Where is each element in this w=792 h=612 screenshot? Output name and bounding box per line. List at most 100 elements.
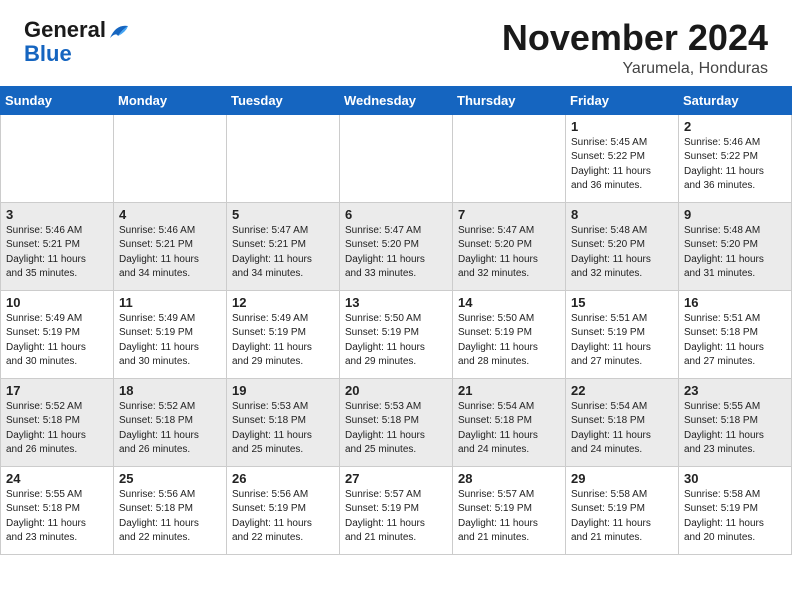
day-info: Sunrise: 5:48 AM Sunset: 5:20 PM Dayligh…: [684, 224, 786, 282]
weekday-header: Thursday: [453, 86, 566, 114]
calendar-day-cell: 11 Sunrise: 5:49 AM Sunset: 5:19 PM Dayli…: [114, 290, 227, 378]
calendar-day-cell: [340, 114, 453, 202]
day-info: Sunrise: 5:47 AM Sunset: 5:20 PM Dayligh…: [458, 224, 560, 282]
calendar-table: SundayMondayTuesdayWednesdayThursdayFrid…: [0, 86, 792, 555]
day-info: Sunrise: 5:54 AM Sunset: 5:18 PM Dayligh…: [458, 400, 560, 458]
calendar-day-cell: 4Sunrise: 5:46 AM Sunset: 5:21 PM Daylig…: [114, 202, 227, 290]
day-info: Sunrise: 5:46 AM Sunset: 5:21 PM Dayligh…: [6, 224, 108, 282]
day-info: Sunrise: 5:49 AM Sunset: 5:19 PM Dayligh…: [119, 312, 221, 370]
day-info: Sunrise: 5:52 AM Sunset: 5:18 PM Dayligh…: [119, 400, 221, 458]
day-number: 4: [119, 207, 221, 222]
calendar-week-row: 3Sunrise: 5:46 AM Sunset: 5:21 PM Daylig…: [1, 202, 792, 290]
calendar-week-row: 17 Sunrise: 5:52 AM Sunset: 5:18 PM Dayli…: [1, 378, 792, 466]
day-info: Sunrise: 5:57 AM Sunset: 5:19 PM Dayligh…: [458, 488, 560, 546]
day-number: 1: [571, 119, 673, 134]
day-number: 27: [345, 471, 447, 486]
day-info: Sunrise: 5:48 AM Sunset: 5:20 PM Dayligh…: [571, 224, 673, 282]
calendar-day-cell: 18 Sunrise: 5:52 AM Sunset: 5:18 PM Dayli…: [114, 378, 227, 466]
calendar-day-cell: 3Sunrise: 5:46 AM Sunset: 5:21 PM Daylig…: [1, 202, 114, 290]
calendar-day-cell: 21 Sunrise: 5:54 AM Sunset: 5:18 PM Dayli…: [453, 378, 566, 466]
calendar-day-cell: 14 Sunrise: 5:50 AM Sunset: 5:19 PM Dayli…: [453, 290, 566, 378]
weekday-header: Tuesday: [227, 86, 340, 114]
day-number: 20: [345, 383, 447, 398]
day-info: Sunrise: 5:52 AM Sunset: 5:18 PM Dayligh…: [6, 400, 108, 458]
day-number: 29: [571, 471, 673, 486]
calendar-day-cell: [227, 114, 340, 202]
weekday-header: Sunday: [1, 86, 114, 114]
calendar-day-cell: 19 Sunrise: 5:53 AM Sunset: 5:18 PM Dayli…: [227, 378, 340, 466]
day-info: Sunrise: 5:49 AM Sunset: 5:19 PM Dayligh…: [232, 312, 334, 370]
day-number: 10: [6, 295, 108, 310]
day-number: 18: [119, 383, 221, 398]
calendar-day-cell: 12 Sunrise: 5:49 AM Sunset: 5:19 PM Dayli…: [227, 290, 340, 378]
month-title: November 2024: [502, 18, 768, 58]
day-number: 23: [684, 383, 786, 398]
day-info: Sunrise: 5:46 AM Sunset: 5:22 PM Dayligh…: [684, 136, 786, 194]
day-info: Sunrise: 5:55 AM Sunset: 5:18 PM Dayligh…: [6, 488, 108, 546]
calendar-day-cell: 23 Sunrise: 5:55 AM Sunset: 5:18 PM Dayli…: [679, 378, 792, 466]
day-info: Sunrise: 5:53 AM Sunset: 5:18 PM Dayligh…: [232, 400, 334, 458]
day-number: 21: [458, 383, 560, 398]
day-info: Sunrise: 5:49 AM Sunset: 5:19 PM Dayligh…: [6, 312, 108, 370]
calendar-day-cell: [114, 114, 227, 202]
calendar-day-cell: 8 Sunrise: 5:48 AM Sunset: 5:20 PM Daylig…: [566, 202, 679, 290]
weekday-header: Wednesday: [340, 86, 453, 114]
weekday-header: Saturday: [679, 86, 792, 114]
day-number: 12: [232, 295, 334, 310]
calendar-day-cell: 13Sunrise: 5:50 AM Sunset: 5:19 PM Dayli…: [340, 290, 453, 378]
day-number: 17: [6, 383, 108, 398]
day-number: 14: [458, 295, 560, 310]
location-text: Yarumela, Honduras: [502, 60, 768, 78]
calendar-day-cell: 16Sunrise: 5:51 AM Sunset: 5:18 PM Dayli…: [679, 290, 792, 378]
calendar-day-cell: [453, 114, 566, 202]
calendar-day-cell: 9 Sunrise: 5:48 AM Sunset: 5:20 PM Daylig…: [679, 202, 792, 290]
day-number: 22: [571, 383, 673, 398]
calendar-week-row: 10 Sunrise: 5:49 AM Sunset: 5:19 PM Dayli…: [1, 290, 792, 378]
calendar-day-cell: 24 Sunrise: 5:55 AM Sunset: 5:18 PM Dayli…: [1, 466, 114, 554]
calendar-day-cell: 10 Sunrise: 5:49 AM Sunset: 5:19 PM Dayli…: [1, 290, 114, 378]
calendar-day-cell: 28 Sunrise: 5:57 AM Sunset: 5:19 PM Dayli…: [453, 466, 566, 554]
logo-bird-icon: [108, 22, 130, 40]
calendar-week-row: 1Sunrise: 5:45 AM Sunset: 5:22 PM Daylig…: [1, 114, 792, 202]
day-number: 13: [345, 295, 447, 310]
day-number: 19: [232, 383, 334, 398]
day-info: Sunrise: 5:57 AM Sunset: 5:19 PM Dayligh…: [345, 488, 447, 546]
day-info: Sunrise: 5:56 AM Sunset: 5:18 PM Dayligh…: [119, 488, 221, 546]
day-number: 30: [684, 471, 786, 486]
logo-blue-text: Blue: [24, 41, 72, 66]
day-info: Sunrise: 5:55 AM Sunset: 5:18 PM Dayligh…: [684, 400, 786, 458]
day-info: Sunrise: 5:56 AM Sunset: 5:19 PM Dayligh…: [232, 488, 334, 546]
day-number: 24: [6, 471, 108, 486]
weekday-header: Monday: [114, 86, 227, 114]
calendar-day-cell: 26 Sunrise: 5:56 AM Sunset: 5:19 PM Dayli…: [227, 466, 340, 554]
page-header: General Blue November 2024 Yarumela, Hon…: [0, 0, 792, 86]
calendar-day-cell: 25Sunrise: 5:56 AM Sunset: 5:18 PM Dayli…: [114, 466, 227, 554]
calendar-day-cell: 22Sunrise: 5:54 AM Sunset: 5:18 PM Dayli…: [566, 378, 679, 466]
calendar-day-cell: 15 Sunrise: 5:51 AM Sunset: 5:19 PM Dayli…: [566, 290, 679, 378]
weekday-header-row: SundayMondayTuesdayWednesdayThursdayFrid…: [1, 86, 792, 114]
day-info: Sunrise: 5:50 AM Sunset: 5:19 PM Dayligh…: [458, 312, 560, 370]
day-info: Sunrise: 5:47 AM Sunset: 5:20 PM Dayligh…: [345, 224, 447, 282]
calendar-day-cell: 29Sunrise: 5:58 AM Sunset: 5:19 PM Dayli…: [566, 466, 679, 554]
calendar-day-cell: 5 Sunrise: 5:47 AM Sunset: 5:21 PM Daylig…: [227, 202, 340, 290]
day-number: 28: [458, 471, 560, 486]
day-number: 9: [684, 207, 786, 222]
day-number: 15: [571, 295, 673, 310]
day-info: Sunrise: 5:58 AM Sunset: 5:19 PM Dayligh…: [684, 488, 786, 546]
calendar-day-cell: 30 Sunrise: 5:58 AM Sunset: 5:19 PM Dayli…: [679, 466, 792, 554]
day-number: 5: [232, 207, 334, 222]
day-number: 6: [345, 207, 447, 222]
logo: General Blue: [24, 18, 130, 66]
day-number: 2: [684, 119, 786, 134]
day-number: 26: [232, 471, 334, 486]
day-number: 11: [119, 295, 221, 310]
day-info: Sunrise: 5:51 AM Sunset: 5:19 PM Dayligh…: [571, 312, 673, 370]
day-number: 8: [571, 207, 673, 222]
calendar-day-cell: 1Sunrise: 5:45 AM Sunset: 5:22 PM Daylig…: [566, 114, 679, 202]
weekday-header: Friday: [566, 86, 679, 114]
logo-text: General: [24, 17, 130, 42]
day-number: 16: [684, 295, 786, 310]
calendar-day-cell: 20Sunrise: 5:53 AM Sunset: 5:18 PM Dayli…: [340, 378, 453, 466]
day-info: Sunrise: 5:47 AM Sunset: 5:21 PM Dayligh…: [232, 224, 334, 282]
calendar-day-cell: 2 Sunrise: 5:46 AM Sunset: 5:22 PM Daylig…: [679, 114, 792, 202]
